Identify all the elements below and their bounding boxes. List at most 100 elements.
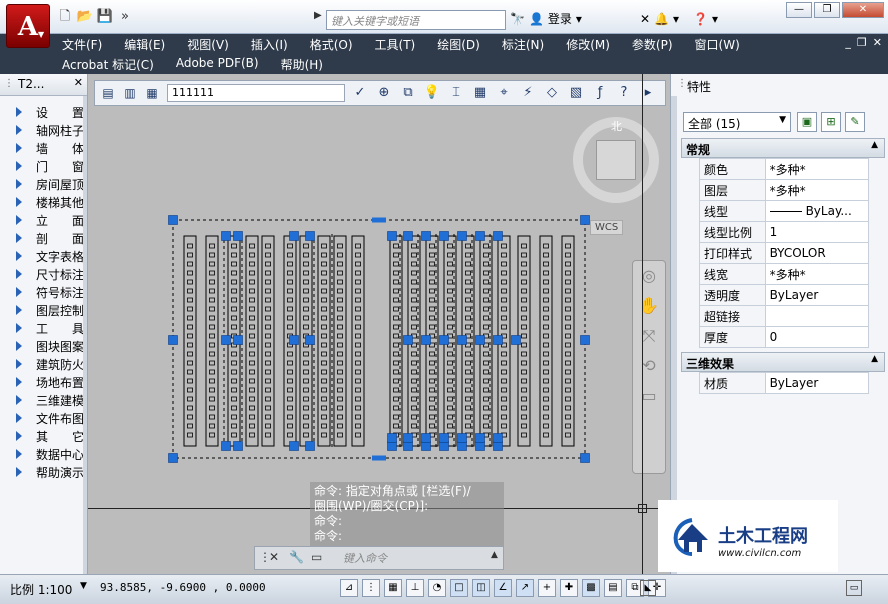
grip-handle[interactable] bbox=[439, 441, 449, 451]
grip-handle[interactable] bbox=[403, 433, 413, 443]
section-3d-effects[interactable]: 三维效果 ▲ bbox=[681, 352, 885, 372]
grip-handle[interactable] bbox=[439, 231, 449, 241]
pan-icon[interactable]: ✋ bbox=[633, 291, 665, 321]
property-row[interactable]: 线型比例 1 bbox=[699, 221, 870, 243]
tool-category[interactable]: 房间屋顶 bbox=[0, 176, 87, 194]
open-folder-icon[interactable]: 📂 bbox=[76, 8, 94, 26]
property-value[interactable]: ByLay... bbox=[764, 200, 870, 222]
menu-item[interactable]: 修改(M) bbox=[566, 36, 620, 53]
menu-item[interactable]: 工具(T) bbox=[375, 36, 426, 53]
property-value[interactable] bbox=[764, 305, 870, 327]
menu-item[interactable]: 帮助(H) bbox=[281, 56, 333, 73]
binoculars-icon[interactable]: 🔭 bbox=[510, 12, 525, 26]
grip-handle[interactable] bbox=[403, 231, 413, 241]
tool-category[interactable]: 帮助演示 bbox=[0, 464, 87, 482]
grid-display-icon[interactable]: ▦ bbox=[384, 579, 402, 597]
close-icon[interactable]: ✕ bbox=[74, 76, 83, 89]
grip-handle[interactable] bbox=[168, 335, 178, 345]
grip-handle[interactable] bbox=[457, 433, 467, 443]
menu-item[interactable]: 格式(O) bbox=[310, 36, 363, 53]
grip-handle[interactable] bbox=[289, 231, 299, 241]
grip-handle[interactable] bbox=[387, 441, 397, 451]
clean-screen-icon[interactable]: ▭ bbox=[846, 580, 862, 596]
grip-handle[interactable] bbox=[475, 433, 485, 443]
infer-constraints-icon[interactable]: ⊿ bbox=[340, 579, 358, 597]
grip-handle[interactable] bbox=[511, 335, 521, 345]
grip-handle[interactable] bbox=[305, 335, 315, 345]
menu-item[interactable]: 参数(P) bbox=[632, 36, 683, 53]
model-space-icon[interactable]: ◣ bbox=[640, 580, 656, 596]
tool-category[interactable]: 文件布图 bbox=[0, 410, 87, 428]
select-objects-icon[interactable]: ⊞ bbox=[821, 112, 841, 132]
grip-handle[interactable] bbox=[289, 335, 299, 345]
property-row[interactable]: 透明度 ByLayer bbox=[699, 284, 870, 306]
property-value[interactable]: *多种* bbox=[764, 263, 870, 285]
3d-object-snap-icon[interactable]: ◫ bbox=[472, 579, 490, 597]
tool-category[interactable]: 剖 面 bbox=[0, 230, 87, 248]
grip-handle[interactable] bbox=[221, 231, 231, 241]
tool-category[interactable]: 图块图案 bbox=[0, 338, 87, 356]
grip-handle[interactable] bbox=[403, 335, 413, 345]
connect-icon[interactable]: 🔔 bbox=[654, 12, 669, 26]
close-button[interactable]: ✕ bbox=[842, 2, 884, 18]
grip-handle[interactable] bbox=[475, 441, 485, 451]
tool-category[interactable]: 文字表格 bbox=[0, 248, 87, 266]
ortho-mode-icon[interactable]: ⊥ bbox=[406, 579, 424, 597]
grip-handle[interactable] bbox=[439, 433, 449, 443]
wcs-menu[interactable]: WCS bbox=[590, 220, 624, 235]
steering-wheel-icon[interactable]: ◎ bbox=[633, 261, 665, 291]
chevron-up-icon[interactable]: ▲ bbox=[491, 550, 498, 560]
grip-handle[interactable] bbox=[475, 335, 485, 345]
property-row[interactable]: 超链接 bbox=[699, 305, 870, 327]
grip-icon[interactable]: ⋮ bbox=[677, 78, 687, 89]
property-row[interactable]: 图层 *多种* bbox=[699, 179, 870, 201]
property-value[interactable]: ByLayer bbox=[764, 372, 870, 394]
restore-button[interactable]: ❐ bbox=[814, 2, 840, 18]
property-row[interactable]: 线宽 *多种* bbox=[699, 263, 870, 285]
grip-handle[interactable] bbox=[421, 335, 431, 345]
login-link[interactable]: 登录 bbox=[548, 10, 572, 27]
chevron-down-icon[interactable]: ▾ bbox=[576, 12, 582, 26]
help-icon[interactable]: ❓ bbox=[693, 12, 708, 26]
object-selection-dropdown[interactable]: 全部 (15) ▼ bbox=[683, 112, 791, 132]
grip-handle[interactable] bbox=[580, 215, 590, 225]
property-row[interactable]: 线型 ByLay... bbox=[699, 200, 870, 222]
more-tools-icon[interactable]: » bbox=[116, 8, 134, 26]
annotation-scale[interactable]: 比例 1:100 bbox=[10, 581, 72, 598]
property-row[interactable]: 材质 ByLayer bbox=[699, 372, 870, 394]
lineweight-icon[interactable]: ✚ bbox=[560, 579, 578, 597]
menu-item[interactable]: Adobe PDF(B) bbox=[176, 56, 269, 73]
dynamic-input-icon[interactable]: + bbox=[538, 579, 556, 597]
grip-handle[interactable] bbox=[580, 453, 590, 463]
chevron-down-icon[interactable]: ▼ bbox=[80, 581, 87, 591]
command-input[interactable]: 键入命令 bbox=[339, 550, 489, 566]
quick-properties-icon[interactable]: ▤ bbox=[604, 579, 622, 597]
grip-handle[interactable] bbox=[493, 441, 503, 451]
panel-splitter[interactable] bbox=[83, 96, 87, 574]
property-row[interactable]: 颜色 *多种* bbox=[699, 158, 870, 180]
save-icon[interactable]: 💾 bbox=[96, 8, 114, 26]
grip-handle[interactable] bbox=[387, 433, 397, 443]
grip-handle[interactable] bbox=[305, 441, 315, 451]
new-file-icon[interactable]: 🗋 bbox=[56, 8, 74, 26]
grip-handle[interactable] bbox=[439, 335, 449, 345]
quick-select-icon[interactable]: ✎ bbox=[845, 112, 865, 132]
tool-category[interactable]: 立 面 bbox=[0, 212, 87, 230]
collapse-icon[interactable]: ▲ bbox=[871, 140, 878, 150]
close-icon[interactable]: ✕ bbox=[269, 550, 279, 564]
object-snap-tracking-icon[interactable]: ∠ bbox=[494, 579, 512, 597]
grip-handle[interactable] bbox=[233, 335, 243, 345]
grip-handle[interactable] bbox=[457, 231, 467, 241]
doc-close-button[interactable]: ✕ bbox=[873, 36, 882, 49]
property-value[interactable]: BYCOLOR bbox=[764, 242, 870, 264]
viewcube[interactable] bbox=[596, 140, 636, 180]
menu-item[interactable]: 视图(V) bbox=[187, 36, 239, 53]
collapse-icon[interactable]: ▲ bbox=[871, 354, 878, 364]
section-general[interactable]: 常规 ▲ bbox=[681, 138, 885, 158]
tool-category[interactable]: 轴网柱子 bbox=[0, 122, 87, 140]
tool-category[interactable]: 其 它 bbox=[0, 428, 87, 446]
menu-item[interactable]: 插入(I) bbox=[251, 36, 298, 53]
user-icon[interactable]: 👤 bbox=[529, 12, 544, 26]
tool-category[interactable]: 建筑防火 bbox=[0, 356, 87, 374]
grip-handle[interactable] bbox=[457, 441, 467, 451]
